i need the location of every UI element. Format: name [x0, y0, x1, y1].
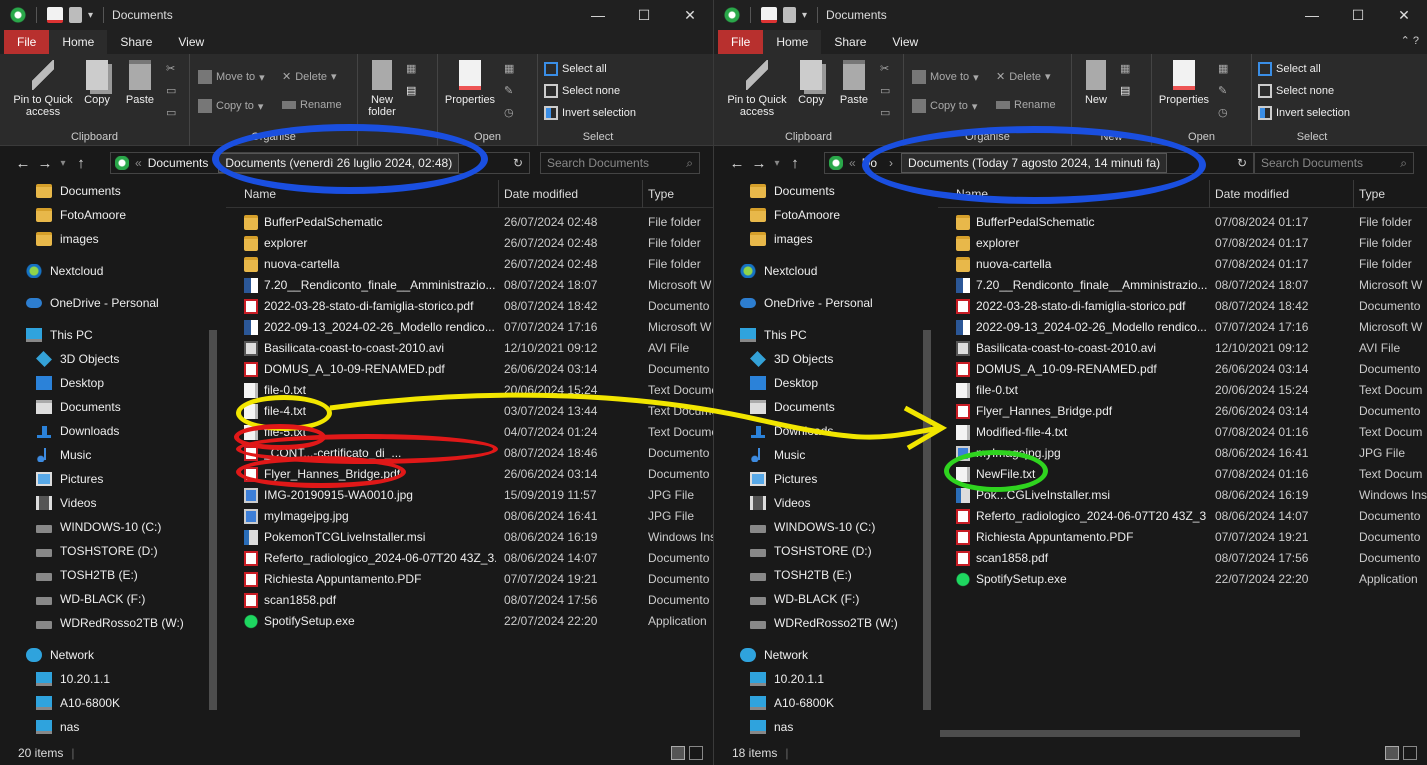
yellow-arrow	[329, 392, 948, 451]
